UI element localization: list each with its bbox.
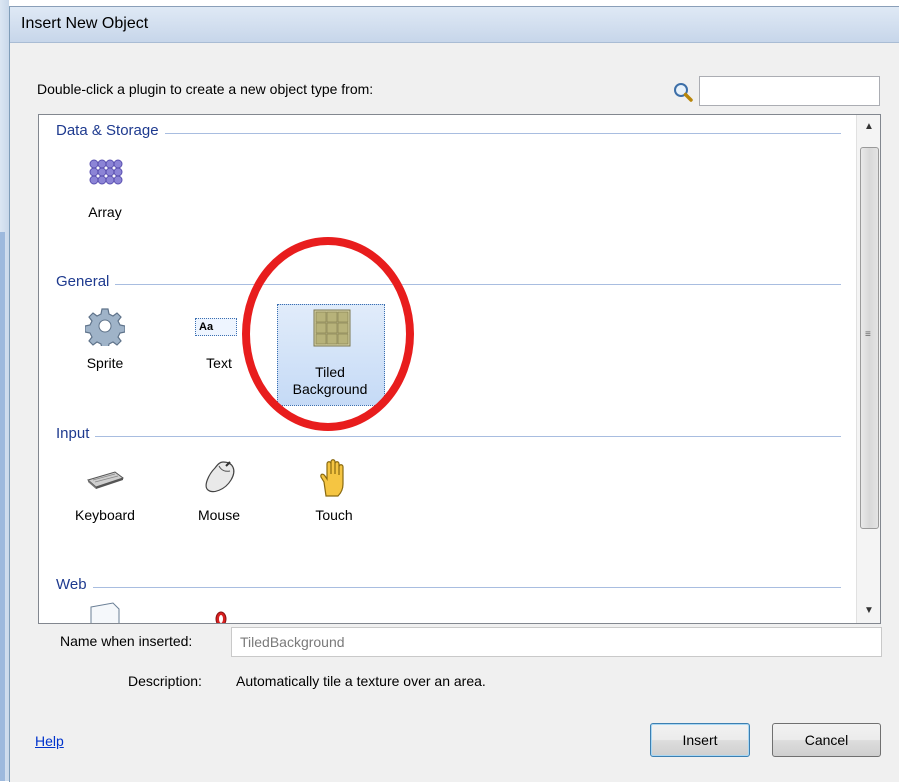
name-when-inserted-field[interactable]: TiledBackground xyxy=(231,627,882,657)
plugin-sprite[interactable]: Sprite xyxy=(51,298,159,394)
annotation-highlight-circle xyxy=(242,237,414,431)
plugin-web-2[interactable] xyxy=(165,593,273,623)
category-label: Input xyxy=(56,425,96,442)
keyboard-icon xyxy=(86,471,125,489)
text-icon-glyph: Aa xyxy=(199,321,214,333)
array-icon xyxy=(89,159,123,185)
scrollbar-grip-icon: ≡ xyxy=(865,329,871,340)
instruction-text: Double-click a plugin to create a new ob… xyxy=(37,81,374,97)
category-label: Web xyxy=(56,576,93,593)
insert-new-object-dialog: Insert New Object Double-click a plugin … xyxy=(9,6,899,782)
scrollbar-thumb[interactable]: ≡ xyxy=(860,147,879,529)
description-text: Automatically tile a texture over an are… xyxy=(236,673,486,689)
dialog-title: Insert New Object xyxy=(21,15,149,32)
plugin-label: Sprite xyxy=(86,355,124,371)
plugin-label: Keyboard xyxy=(75,507,135,523)
text-icon: Aa xyxy=(195,318,237,336)
search-icon xyxy=(674,83,693,102)
plugin-mouse[interactable]: Mouse xyxy=(165,450,273,546)
plugin-label: Touch xyxy=(315,507,353,523)
cancel-button[interactable]: Cancel xyxy=(772,723,881,757)
category-divider xyxy=(56,587,841,588)
plugin-touch[interactable]: Touch xyxy=(280,450,388,546)
description-label: Description: xyxy=(128,673,202,689)
name-when-inserted-label: Name when inserted: xyxy=(60,633,193,649)
browser-icon xyxy=(215,611,227,623)
category-divider xyxy=(56,284,841,285)
web-page-icon xyxy=(90,602,120,623)
plugin-array[interactable]: Array xyxy=(51,147,159,243)
category-label: Data & Storage xyxy=(56,122,165,139)
sprite-gear-icon xyxy=(85,308,125,346)
title-bar[interactable]: Insert New Object xyxy=(10,7,899,43)
vertical-scrollbar[interactable]: ▲ ≡ ▼ xyxy=(856,115,880,623)
category-general: General xyxy=(56,273,841,295)
plugin-label: Array xyxy=(88,204,122,220)
category-divider xyxy=(56,133,841,134)
category-input: Input xyxy=(56,425,841,447)
plugin-keyboard[interactable]: Keyboard xyxy=(51,450,159,546)
category-data-storage: Data & Storage xyxy=(56,122,841,144)
mouse-icon xyxy=(205,461,235,493)
name-when-inserted-value: TiledBackground xyxy=(240,634,345,650)
category-divider xyxy=(56,436,841,437)
insert-button[interactable]: Insert xyxy=(650,723,750,757)
search-input[interactable] xyxy=(699,76,880,106)
help-link[interactable]: Help xyxy=(35,733,64,749)
background-window-sidebar xyxy=(0,232,5,781)
plugin-list[interactable]: Data & Storage Array General Sprite Aa T… xyxy=(38,114,881,624)
plugin-web-1[interactable] xyxy=(51,593,159,623)
plugin-label: Mouse xyxy=(197,507,241,523)
touch-hand-icon xyxy=(320,459,344,497)
scroll-up-arrow-icon[interactable]: ▲ xyxy=(857,115,880,139)
background-window-edge xyxy=(0,0,9,781)
scroll-down-arrow-icon[interactable]: ▼ xyxy=(857,599,880,623)
category-label: General xyxy=(56,273,116,290)
